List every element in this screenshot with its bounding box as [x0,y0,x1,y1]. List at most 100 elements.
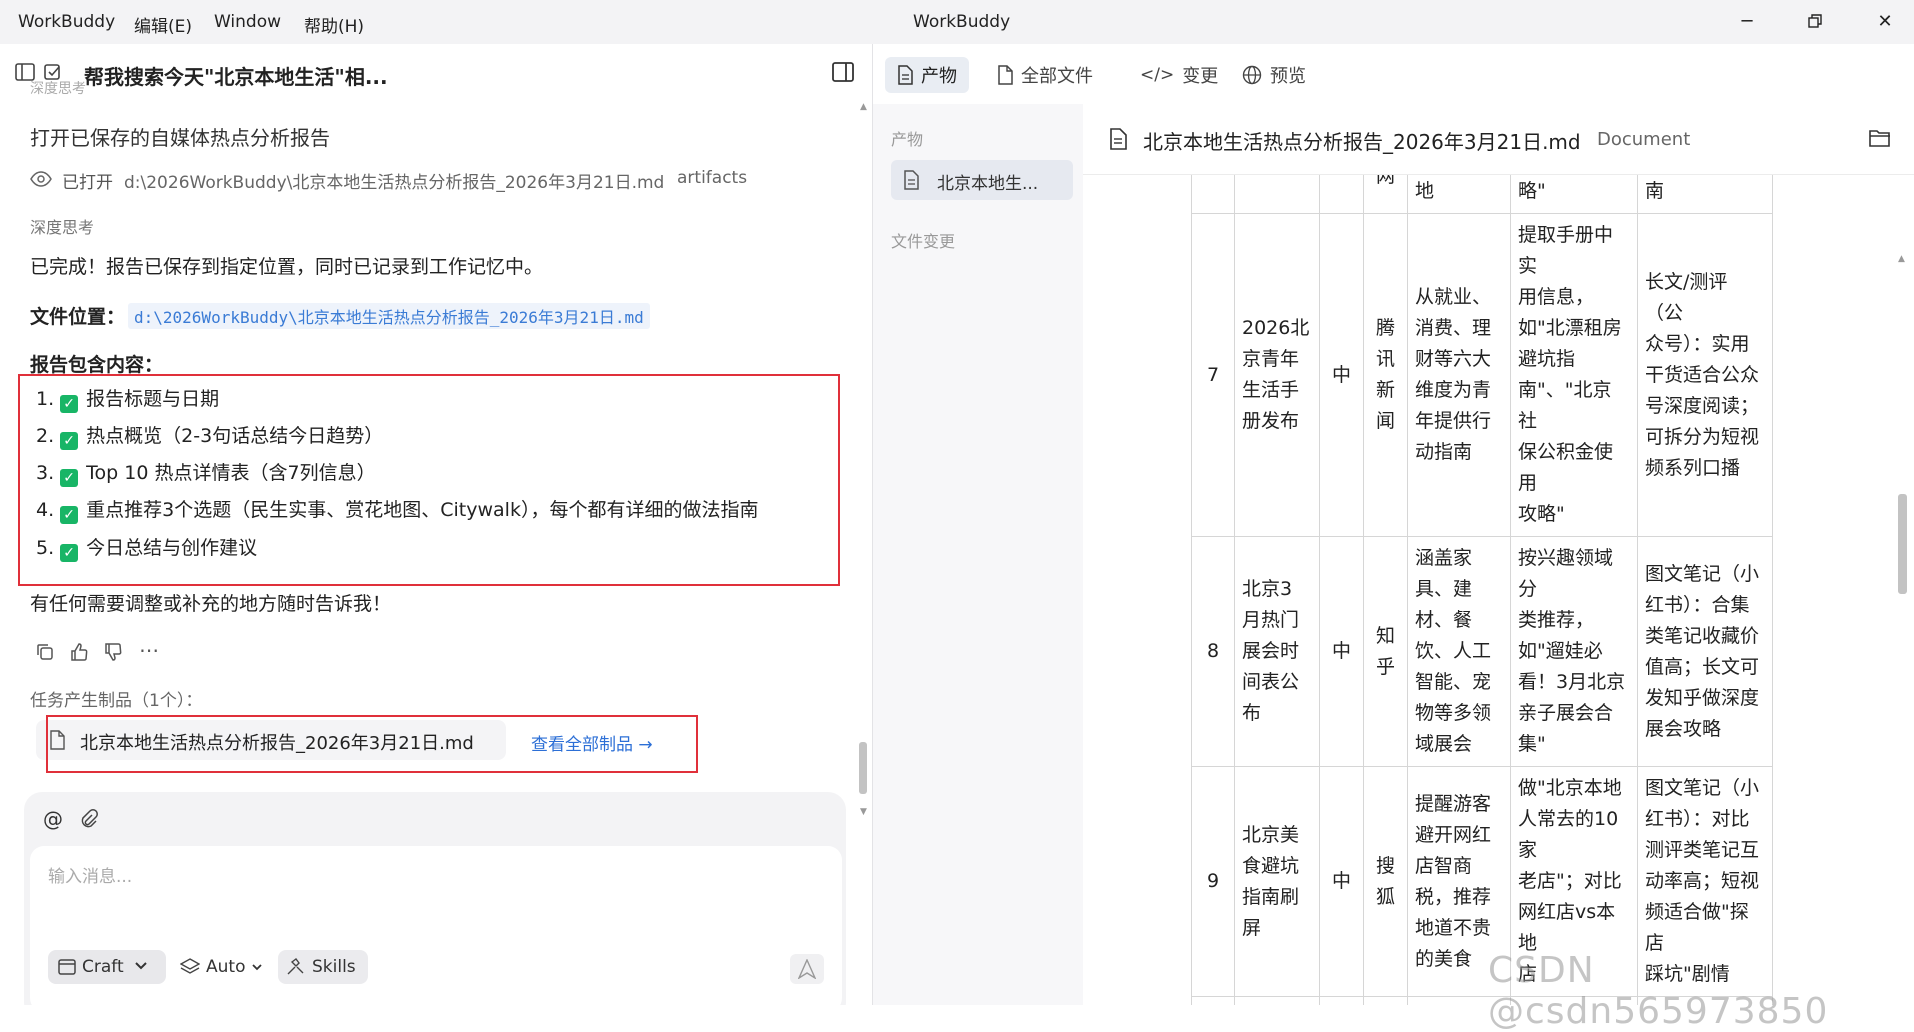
document-type: Document [1597,129,1691,150]
document-icon [903,170,919,190]
scroll-thumb[interactable] [859,742,867,794]
table-cell-topic: 北京美 食避坑 指南刷 屏 [1234,766,1320,997]
scroll-up-icon[interactable]: ▲ [860,102,867,112]
document-scrollbar[interactable]: ▲ [1895,174,1909,1005]
table-cell-heat: 中 [1319,536,1364,767]
table-cell-platform: 图文笔记（小 红书）：合集 类笔记收藏价 值高；长文可 发知乎做深度 展会攻略 [1637,536,1773,767]
table-cell-source: 知 乎 [1363,536,1408,767]
menu-help[interactable]: 帮助(H) [304,12,364,37]
skills-icon [286,958,306,976]
document-icon [897,65,913,85]
table-row: 7 2026北 京青年 生活手 册发布中腾 讯 新 闻从就业、 消费、理 财等六大… [1191,213,1773,537]
clipped-step-label: 深度思考 [30,81,86,97]
table-cell-num: 8 [1191,536,1235,767]
model-select[interactable]: Auto [176,950,268,984]
list-item: 2. ✓ 热点概览（2-3句话总结今日趋势） [36,425,384,450]
section-file-changes: 文件变更 [891,232,956,251]
table-cell-summary: 从就业、 消费、理 财等六大 维度为青 年提供行 动指南 [1407,213,1511,537]
message-input[interactable]: 输入消息... [48,862,132,887]
mode-label: Craft [82,957,124,977]
code-icon: </> [1140,65,1175,85]
panel-layout-icon[interactable] [830,59,856,85]
highlight-box-artifact [46,715,698,773]
step-title: 打开已保存的自媒体热点分析报告 [30,126,330,150]
thumbs-up-icon[interactable] [66,639,92,665]
opened-tag: artifacts [677,168,748,188]
deep-think-label[interactable]: 深度思考 [30,214,94,238]
thumbs-down-icon[interactable] [100,639,126,665]
list-item: 5. ✓ 今日总结与创作建议 [36,537,258,562]
tab-preview[interactable]: 预览 [1230,57,1318,93]
table-cell-num: 7 [1191,213,1235,537]
watermark: CSDN @csdn565973850 [1488,950,1829,1032]
mode-icon [58,959,76,975]
section-products: 产物 [891,130,924,149]
file-icon [997,65,1013,85]
sidebar-item-report[interactable]: 北京本地生... [891,160,1073,200]
chevron-down-icon [134,959,148,975]
menu-window[interactable]: Window [214,12,281,32]
minimize-icon[interactable]: ─ [1732,8,1762,34]
table-cell-topic [1234,996,1320,1005]
checkbox-icon: ✓ [60,506,79,524]
more-icon[interactable]: ⋯ [136,637,162,663]
chat-scrollbar[interactable]: ▲ ▼ [857,102,869,822]
table-cell-angle: 按兴趣领域分 类推荐， 如"遛娃必 看！3月北京 亲子展会合 集" [1510,536,1638,767]
list-item: 4. ✓ 重点推荐3个选题（民生实事、赏花地图、Citywalk），每个都有详细的… [36,499,759,524]
closing-message: 有任何需要调整或补充的地方随时告诉我！ [30,593,392,615]
chevron-down-icon [251,957,263,977]
scroll-thumb[interactable] [1898,494,1907,594]
table-cell-num: 9 [1191,766,1235,997]
attach-icon[interactable] [76,806,102,832]
mention-icon[interactable]: @ [40,806,66,832]
scroll-up-icon[interactable]: ▲ [1898,254,1905,264]
window-title: WorkBuddy [913,12,1011,32]
document-title: 北京本地生活热点分析报告_2026年3月21日.md [1143,130,1581,154]
sidebar-item-label: 北京本地生... [937,174,1039,194]
tab-changes[interactable]: </> 变更 [1128,57,1230,93]
menu-edit[interactable]: 编辑(E) [134,12,192,37]
artifacts-label: 任务产生制品（1个）： [30,691,203,711]
table-cell-angle: 提取手册中实 用信息， 如"北漂租房 避坑指 南"、"北京社 保公积金使用 攻略… [1510,213,1638,537]
model-label: Auto [206,957,246,977]
conversation-title: 帮我搜索今天"北京本地生活"相... [84,65,388,89]
layers-icon [180,958,200,976]
list-item: 3. ✓ Top 10 热点详情表（含7列信息） [36,462,376,487]
opened-label: 已打开 [62,173,113,193]
table-cell-source: 搜 狐 [1363,766,1408,997]
artifact-sidebar: 产物 北京本地生... 文件变更 [873,104,1083,1005]
file-location-label: 文件位置： [30,306,126,328]
restore-icon[interactable] [1800,8,1830,34]
send-icon[interactable] [790,954,824,984]
document-viewer: 北京本地生活热点分析报告_2026年3月21日.md Document 6漫步线… [1083,104,1914,1005]
opened-path[interactable]: d:\2026WorkBuddy\北京本地生活热点分析报告_2026年3月21日… [124,168,664,193]
checkbox-icon: ✓ [60,395,79,413]
menu-app[interactable]: WorkBuddy [18,12,115,32]
skills-button[interactable]: Skills [278,950,368,984]
copy-icon[interactable] [32,639,58,665]
table-cell-source [1363,996,1408,1005]
artifact-tabbar: 产物 全部文件 </> 变更 预览 [873,44,1914,104]
file-location-value[interactable]: d:\2026WorkBuddy\北京本地生活热点分析报告_2026年3月21日… [128,303,650,329]
tab-all-files[interactable]: 全部文件 [985,57,1105,93]
document-icon [1109,128,1127,150]
open-folder-icon[interactable] [1869,128,1891,148]
table-cell-source: 腾 讯 新 闻 [1363,213,1408,537]
table-cell-heat: 中 [1319,766,1364,997]
eye-icon [28,166,54,192]
table-cell-platform: 长文/测评（公 众号）：实用 干货适合公众 号深度阅读； 可拆分为短视 频系列口… [1637,213,1773,537]
done-message: 已完成！报告已保存到指定位置，同时已记录到工作记忆中。 [30,256,544,278]
table-cell-heat [1319,996,1364,1005]
mode-select[interactable]: Craft [48,950,166,984]
table-cell-heat: 中 [1319,213,1364,537]
scroll-down-icon[interactable]: ▼ [860,807,867,817]
close-icon[interactable]: ✕ [1870,8,1900,34]
tab-products[interactable]: 产物 [885,57,969,93]
list-item: 1. ✓ 报告标题与日期 [36,388,220,413]
skills-label: Skills [312,957,356,977]
table-cell-topic: 北京3 月热门 展会时 间表公 布 [1234,536,1320,767]
chat-panel: 帮我搜索今天"北京本地生活"相... 深度思考 打开已保存的自媒体热点分析报告 … [0,44,872,1005]
checkbox-icon: ✓ [60,432,79,450]
table-cell-summary: 涵盖家 具、建 材、餐 饮、人工 智能、宠 物等多领 域展会 [1407,536,1511,767]
checkbox-icon: ✓ [60,544,79,562]
